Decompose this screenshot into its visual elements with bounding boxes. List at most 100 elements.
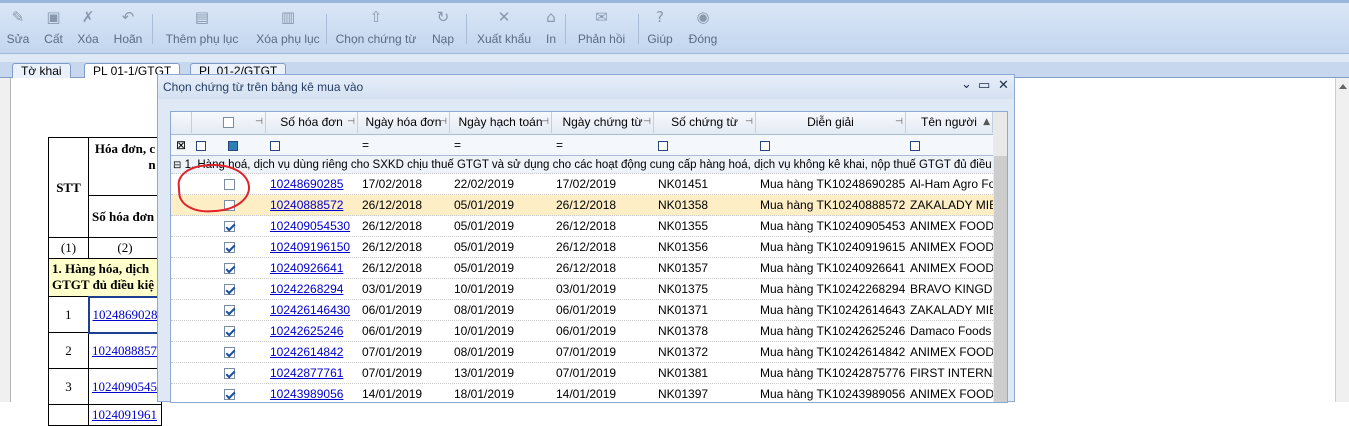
cell-so-hd[interactable]: 102426146430	[266, 300, 358, 321]
row-checkbox[interactable]	[223, 326, 235, 338]
pencil-button[interactable]: ✎ Sửa	[4, 6, 32, 50]
row-select-cell[interactable]	[192, 384, 266, 402]
row-select-cell[interactable]	[192, 216, 266, 237]
filter-op-icon[interactable]	[760, 140, 770, 151]
table-row[interactable]: 102409196150 26/12/2018 05/01/2019 26/12/20…	[171, 237, 993, 258]
table-row[interactable]: 10240888572 26/12/2018 05/01/2019 26/12/201…	[171, 195, 993, 216]
filter-op-icon[interactable]	[910, 140, 920, 151]
table-row[interactable]: 102409054530 26/12/2018 05/01/2019 26/12/20…	[171, 216, 993, 237]
add-appendix-button[interactable]: ▤ Thêm phụ lục	[162, 6, 242, 50]
table-row[interactable]: 102426146430 06/01/2019 08/01/2019 06/01/20…	[171, 300, 993, 321]
header-ngay-hach-toan[interactable]: Ngày hạch toán ⊣	[450, 112, 552, 133]
row-checkbox[interactable]	[223, 305, 235, 317]
filter-checkbox-cell[interactable]	[192, 135, 266, 156]
row-checkbox[interactable]	[223, 368, 235, 380]
cell-so-hd[interactable]: 10248690285	[266, 174, 358, 195]
cell-so-hd[interactable]: 10240888572	[266, 195, 358, 216]
cell-so-hd[interactable]: 10242877761	[266, 363, 358, 384]
row-checkbox[interactable]	[223, 263, 235, 275]
pin-icon[interactable]: ⊣	[895, 112, 903, 133]
grid-scrollbar[interactable]	[993, 112, 1007, 402]
row-checkbox[interactable]	[223, 347, 235, 359]
filter-dien-giai[interactable]	[756, 135, 906, 156]
pin-icon[interactable]: ⊣	[643, 112, 651, 133]
cell-so-hd[interactable]: 102409054530	[266, 216, 358, 237]
row-select-cell[interactable]	[192, 363, 266, 384]
header-so-hoa-don[interactable]: Số hóa đơn ⊣	[266, 112, 358, 133]
filter-clear-icon[interactable]: ⊠	[172, 135, 192, 156]
invoice-link[interactable]: 1024088857	[88, 332, 162, 369]
header-ngay-hoa-don[interactable]: Ngày hóa đơn ⊣	[358, 112, 450, 133]
filter-checkbox[interactable]	[196, 140, 206, 151]
row-select-cell[interactable]	[192, 342, 266, 363]
undo-button[interactable]: ↶ Hoãn	[110, 6, 146, 50]
header-so-chung-tu[interactable]: Số chứng từ ⊣	[654, 112, 756, 133]
row-select-cell[interactable]	[192, 237, 266, 258]
sort-up-icon[interactable]: ▲	[983, 112, 990, 133]
table-row[interactable]: 10240926641 26/12/2018 05/01/2019 26/12/201…	[171, 258, 993, 279]
table-row[interactable]: 10242614842 07/01/2019 08/01/2019 07/01/201…	[171, 342, 993, 363]
printer-button[interactable]: ⌂ In	[541, 6, 561, 50]
table-row[interactable]: 10248690285 17/02/2018 22/02/2019 17/02/201…	[171, 174, 993, 195]
header-ngay-chung-tu[interactable]: Ngày chứng từ ⊣	[552, 112, 654, 133]
filter-ngay-hoa-don[interactable]: =	[358, 135, 450, 156]
cell-so-hd[interactable]: 10243989056	[266, 384, 358, 402]
floppy-disk-button[interactable]: ▣ Cất	[40, 6, 67, 50]
invoice-link[interactable]: 1024090545	[88, 368, 162, 405]
pin-icon[interactable]: ⊣	[541, 112, 549, 133]
cell-so-hd[interactable]: 10242268294	[266, 279, 358, 300]
cell-so-hd[interactable]: 102409196150	[266, 237, 358, 258]
row-checkbox[interactable]	[223, 389, 235, 401]
help-button[interactable]: ? Giúp	[643, 6, 677, 50]
group-row[interactable]: ⊟ 1. Hàng hoá, dịch vụ dùng riêng cho SX…	[171, 156, 993, 174]
table-row[interactable]: 10242268294 03/01/2019 10/01/2019 03/01/201…	[171, 279, 993, 300]
table-row[interactable]: 10243989056 14/01/2019 18/01/2019 14/01/201…	[171, 384, 993, 402]
cell-so-hd[interactable]: 10242614842	[266, 342, 358, 363]
reload-button[interactable]: ↻ Nạp	[428, 6, 458, 50]
header-ten-nguoi[interactable]: Tên người ▲	[906, 112, 993, 133]
table-row[interactable]: 10242877761 07/01/2019 13/01/2019 07/01/201…	[171, 363, 993, 384]
row-select-cell[interactable]	[192, 321, 266, 342]
row-checkbox[interactable]	[223, 284, 235, 296]
row-select-cell[interactable]	[192, 258, 266, 279]
cell-so-hd[interactable]: 10242625246	[266, 321, 358, 342]
excel-export-button[interactable]: ✕ Xuất khẩu	[474, 6, 534, 50]
delete-button[interactable]: ✗ Xóa	[74, 6, 102, 50]
maximize-icon[interactable]: ▭	[978, 79, 990, 93]
filter-ngay-chung-tu[interactable]: =	[552, 135, 654, 156]
row-select-cell[interactable]	[192, 279, 266, 300]
filter-so-chung-tu[interactable]	[654, 135, 756, 156]
select-all-checkbox[interactable]	[223, 117, 234, 129]
filter-so-hoa-don[interactable]	[266, 135, 358, 156]
page-scrollbar[interactable]	[1335, 78, 1349, 402]
scroll-up-arrow-icon[interactable]	[1339, 84, 1347, 89]
table-row[interactable]: 10242625246 06/01/2019 10/01/2019 06/01/201…	[171, 321, 993, 342]
row-checkbox[interactable]	[223, 221, 235, 233]
select-all-header[interactable]: ⊣	[192, 112, 266, 133]
filter-ngay-hach-toan[interactable]: =	[450, 135, 552, 156]
close-icon[interactable]: ✕	[998, 79, 1009, 93]
close-box-button[interactable]: ◉ Đóng	[684, 6, 722, 50]
invoice-link[interactable]: 1024869028	[87, 295, 163, 334]
pin-icon[interactable]: ⊣	[745, 112, 753, 133]
filter-op-icon[interactable]	[658, 140, 668, 151]
filter-toggle-icon[interactable]	[228, 140, 238, 151]
invoice-link[interactable]: 1024091961	[88, 404, 162, 426]
arrow-up-button[interactable]: ⇧ Chọn chứng từ	[332, 6, 420, 50]
grid-scroll-thumb[interactable]	[994, 156, 1007, 402]
envelope-button[interactable]: ✉ Phản hồi	[574, 6, 629, 50]
delete-appendix-button[interactable]: ▥ Xóa phụ lục	[252, 6, 324, 50]
filter-op-icon[interactable]	[270, 140, 280, 151]
toolbar-button-label: Xóa	[77, 32, 99, 46]
pin-icon[interactable]: ⊣	[439, 112, 447, 133]
tab-to-khai[interactable]: Tờ khai	[12, 63, 71, 78]
collapse-icon[interactable]: ⊟	[173, 160, 181, 171]
minimize-icon[interactable]: ⌄	[961, 78, 972, 92]
filter-ten-nguoi[interactable]	[906, 135, 993, 156]
cell-so-hd[interactable]: 10240926641	[266, 258, 358, 279]
row-select-cell[interactable]	[192, 300, 266, 321]
pin-icon[interactable]: ⊣	[255, 112, 263, 133]
pin-icon[interactable]: ⊣	[347, 112, 355, 133]
header-dien-giai[interactable]: Diễn giải ⊣	[756, 112, 906, 133]
row-checkbox[interactable]	[223, 242, 235, 254]
